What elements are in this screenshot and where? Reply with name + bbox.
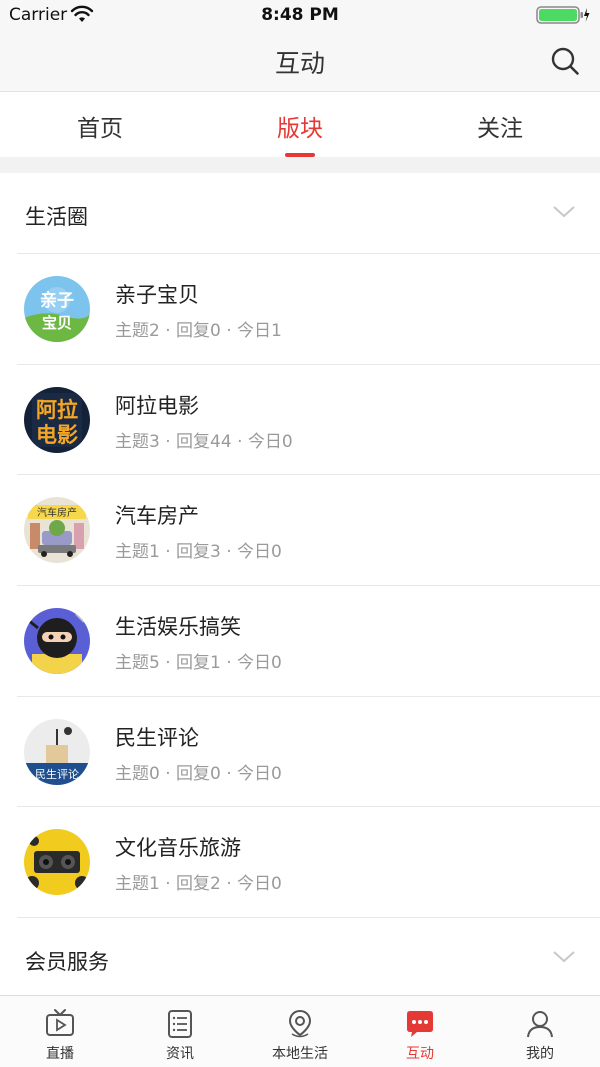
board-name: 生活娱乐搞笑 [115, 615, 241, 640]
board-item-auto-realestate[interactable]: 汽车房产 汽车房产 主题1 · 回复3 · 今日0 [0, 475, 600, 587]
avatar-text: 亲子 [40, 290, 74, 311]
board-stats: 主题2 · 回复0 · 今日1 [115, 321, 282, 341]
status-bar: Carrier 8:48 PM [0, 0, 600, 30]
board-stats: 主题1 · 回复2 · 今日0 [115, 874, 282, 895]
tab-boards[interactable]: 版块 [200, 93, 400, 157]
board-avatar [24, 608, 90, 675]
chat-icon [407, 1011, 433, 1037]
chevron-down-icon [553, 951, 575, 963]
tabbar-label: 直播 [46, 1046, 74, 1062]
board-avatar: 民生评论 [24, 718, 90, 785]
tab-label: 首页 [77, 116, 123, 142]
section-gap [0, 157, 600, 173]
board-name: 文化音乐旅游 [115, 836, 241, 861]
section-title: 会员服务 [25, 950, 109, 974]
tabbar-label: 我的 [526, 1046, 554, 1062]
section-header-life-circle[interactable]: 生活圈 [0, 173, 600, 253]
board-avatar: 亲子 宝贝 [24, 276, 90, 342]
tab-following[interactable]: 关注 [400, 93, 600, 157]
board-stats: 主题1 · 回复3 · 今日0 [115, 542, 282, 563]
battery-icon [536, 6, 590, 24]
tab-label: 版块 [277, 116, 323, 142]
board-stats: 主题5 · 回复1 · 今日0 [115, 653, 282, 674]
tabbar-item-news[interactable]: 资讯 [120, 996, 240, 1067]
tabbar-item-local-life[interactable]: 本地生活 [240, 996, 360, 1067]
tab-label: 关注 [477, 116, 523, 142]
board-item-livelihood[interactable]: 民生评论 民生评论 主题0 · 回复0 · 今日0 [0, 697, 600, 808]
tabbar-item-interaction[interactable]: 互动 [360, 996, 480, 1067]
profile-icon [527, 1011, 553, 1038]
board-list: 亲子 宝贝 亲子宝贝 主题2 · 回复0 · 今日1 阿拉 电影 阿拉电影 主题… [0, 254, 600, 919]
board-item-parenting[interactable]: 亲子 宝贝 亲子宝贝 主题2 · 回复0 · 今日1 [0, 254, 600, 365]
segment-tabs: 首页 版块 关注 [0, 93, 600, 157]
section-header-member-services[interactable]: 会员服务 [0, 918, 600, 998]
search-icon[interactable] [550, 46, 580, 76]
nav-bar: 互动 [0, 30, 600, 92]
tabbar-label: 本地生活 [272, 1046, 328, 1062]
avatar-text: 宝贝 [42, 314, 72, 332]
board-avatar: 阿拉 电影 [24, 386, 90, 453]
tab-home[interactable]: 首页 [0, 93, 200, 157]
tabbar-item-live[interactable]: 直播 [0, 996, 120, 1067]
board-avatar: 汽车房产 [24, 497, 90, 564]
board-name: 民生评论 [115, 725, 199, 750]
board-name: 汽车房产 [115, 504, 199, 529]
page-title: 互动 [274, 49, 325, 78]
tabbar-label: 资讯 [166, 1046, 194, 1062]
board-item-movies[interactable]: 阿拉 电影 阿拉电影 主题3 · 回复44 · 今日0 [0, 365, 600, 476]
avatar-text: 民生评论 [35, 767, 79, 781]
board-avatar [24, 829, 90, 896]
location-icon [288, 1009, 312, 1038]
board-item-entertainment[interactable]: 生活娱乐搞笑 主题5 · 回复1 · 今日0 [0, 586, 600, 697]
clock: 8:48 PM [261, 5, 339, 25]
avatar-text: 汽车房产 [37, 506, 77, 519]
avatar-text: 阿拉 [36, 398, 78, 422]
board-item-culture-music[interactable]: 文化音乐旅游 主题1 · 回复2 · 今日0 [0, 807, 600, 919]
tabbar-item-profile[interactable]: 我的 [480, 996, 600, 1067]
chevron-down-icon [553, 206, 575, 218]
bottom-tab-bar: 直播 资讯 本地生活 互动 我的 [0, 995, 600, 1067]
board-name: 阿拉电影 [115, 393, 199, 418]
avatar-text: 电影 [36, 423, 78, 447]
section-title: 生活圈 [25, 205, 88, 229]
tv-icon [46, 1009, 74, 1036]
board-stats: 主题0 · 回复0 · 今日0 [115, 763, 282, 784]
board-name: 亲子宝贝 [115, 283, 199, 307]
board-stats: 主题3 · 回复44 · 今日0 [115, 431, 293, 452]
tabbar-label: 互动 [406, 1046, 434, 1062]
news-icon [168, 1010, 192, 1038]
